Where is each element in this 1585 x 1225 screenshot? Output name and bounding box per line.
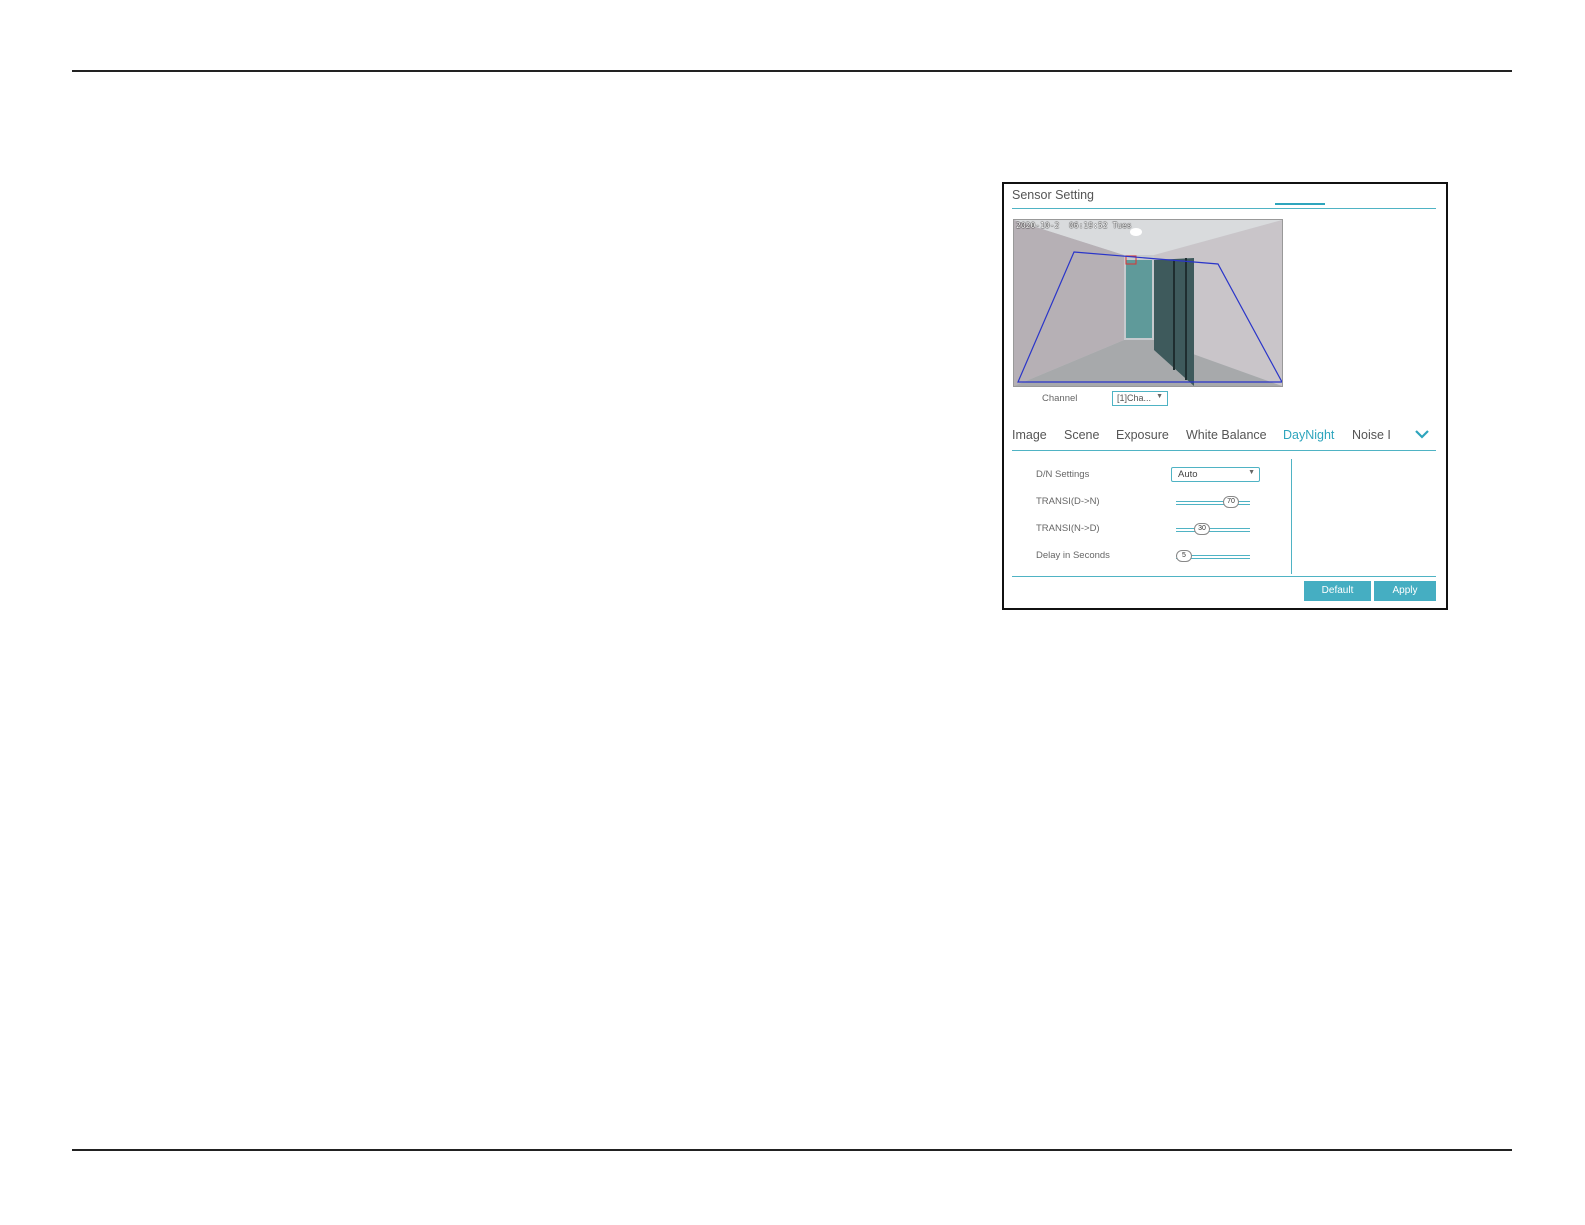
caret-down-icon: ▼: [1156, 393, 1163, 400]
tabs-divider: [1012, 450, 1436, 451]
tab-image[interactable]: Image: [1012, 428, 1047, 442]
tab-white-balance[interactable]: White Balance: [1186, 428, 1267, 442]
delay-label: Delay in Seconds: [1036, 550, 1110, 561]
default-button[interactable]: Default: [1304, 581, 1371, 601]
settings-divider: [1291, 459, 1292, 574]
sensor-setting-panel: Sensor Setting 2020-10-2 06:19:52 Tues C…: [1002, 182, 1448, 610]
slider-thumb[interactable]: 70: [1223, 496, 1239, 508]
slider-track: [1176, 528, 1250, 532]
bottom-rule: [72, 1149, 1512, 1151]
dn-settings-label: D/N Settings: [1036, 469, 1090, 480]
slider-thumb[interactable]: 5: [1176, 550, 1192, 562]
slider-thumb[interactable]: 30: [1194, 523, 1210, 535]
caret-down-icon: ▼: [1248, 469, 1255, 476]
tab-daynight[interactable]: DayNight: [1283, 428, 1334, 442]
top-rule: [72, 70, 1512, 72]
apply-button[interactable]: Apply: [1374, 581, 1436, 601]
corridor-image: [1014, 220, 1282, 386]
dn-settings-select[interactable]: Auto ▼: [1171, 467, 1260, 482]
tab-noise[interactable]: Noise I: [1352, 428, 1391, 442]
tab-exposure[interactable]: Exposure: [1116, 428, 1169, 442]
active-tab-indicator: [1275, 203, 1325, 205]
channel-select-value: [1]Cha...: [1117, 393, 1152, 403]
tab-scene[interactable]: Scene: [1064, 428, 1099, 442]
transi-nd-slider[interactable]: 30: [1176, 523, 1250, 535]
panel-title: Sensor Setting: [1012, 188, 1094, 202]
transi-dn-slider[interactable]: 70: [1176, 496, 1250, 508]
transi-dn-label: TRANSI(D->N): [1036, 496, 1100, 507]
chevron-down-icon[interactable]: [1414, 428, 1430, 440]
channel-select[interactable]: [1]Cha... ▼: [1112, 391, 1168, 406]
title-divider: [1012, 208, 1436, 209]
preview-timestamp: 2020-10-2 06:19:52 Tues: [1016, 221, 1132, 230]
transi-nd-label: TRANSI(N->D): [1036, 523, 1100, 534]
camera-preview[interactable]: 2020-10-2 06:19:52 Tues: [1013, 219, 1283, 387]
dn-settings-value: Auto: [1178, 469, 1198, 480]
footer-divider: [1012, 576, 1436, 577]
delay-slider[interactable]: 5: [1176, 550, 1250, 562]
channel-label: Channel: [1042, 393, 1078, 404]
